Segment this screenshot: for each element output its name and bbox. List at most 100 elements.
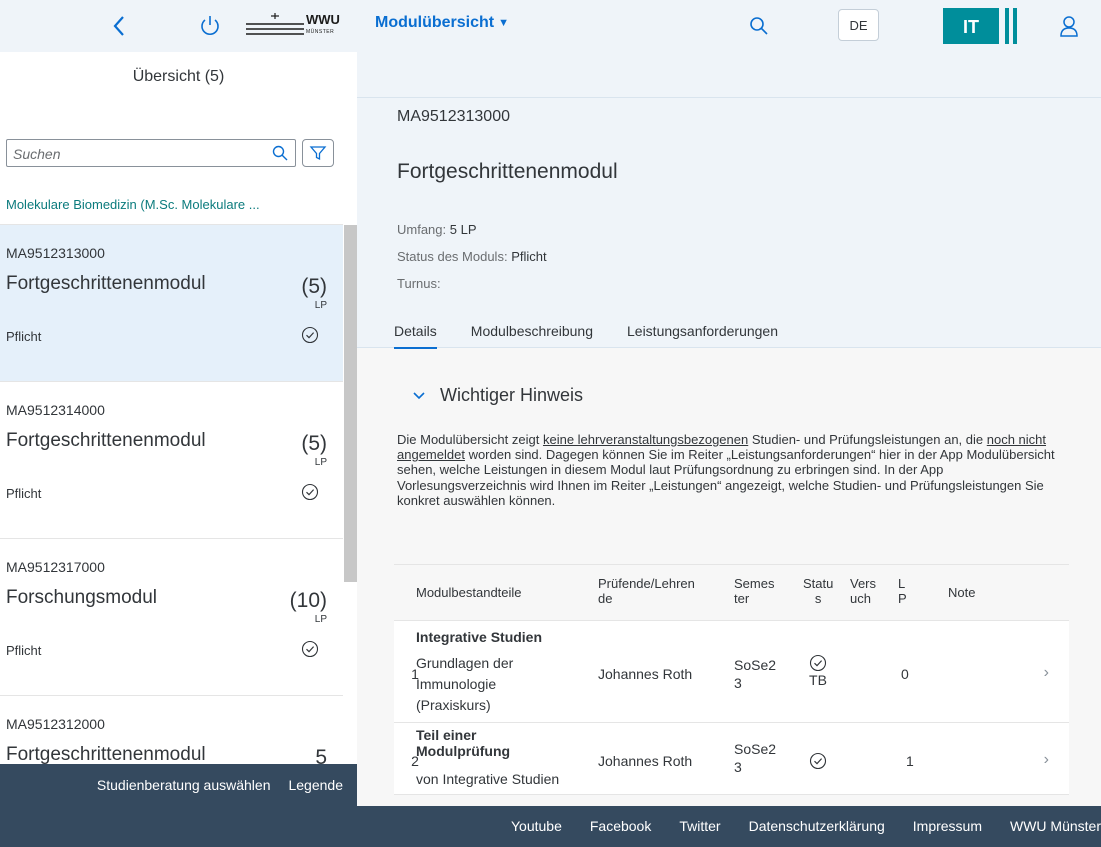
row-subtitle: von Integrative Studien: [416, 771, 560, 787]
search-placeholder: Suchen: [13, 146, 61, 162]
check-circle-icon: [301, 640, 319, 658]
module-code: MA9512313000: [6, 245, 105, 261]
module-code: MA9512317000: [6, 559, 105, 575]
row-semester: SoSe2 3: [734, 657, 777, 691]
footer-link-wwu[interactable]: WWU Münster: [1010, 818, 1101, 834]
col-header-versuch: Vers uch: [850, 576, 877, 606]
user-icon[interactable]: [1055, 12, 1083, 40]
col-header-status: Statu s: [803, 576, 834, 606]
object-header: MA9512313000 Fortgeschrittenenmodul Umfa…: [357, 98, 1101, 349]
group-header: Molekulare Biomedizin (M.Sc. Molekulare …: [0, 180, 343, 225]
app-title-menu[interactable]: Modulübersicht ▼: [375, 14, 509, 32]
tab-leistungsanforderungen[interactable]: Leistungsanforderungen: [627, 323, 778, 349]
footer-link-datenschutz[interactable]: Datenschutzerklärung: [749, 818, 885, 834]
attr-status: Status des Moduls: Pflicht: [397, 249, 547, 264]
back-icon[interactable]: [105, 12, 135, 40]
module-lp-label: LP: [314, 300, 327, 311]
attr-turnus: Turnus:: [397, 276, 441, 291]
module-lp-label: LP: [314, 614, 327, 625]
detail-toolbar: [357, 52, 1101, 98]
master-title: Übersicht (5): [0, 52, 357, 131]
caret-down-icon: ▼: [498, 17, 509, 29]
list-scrollbar[interactable]: [344, 225, 357, 582]
search-icon[interactable]: [745, 12, 773, 40]
tab-modulbeschreibung[interactable]: Modulbeschreibung: [471, 323, 593, 349]
module-status: Pflicht: [6, 329, 42, 344]
module-list: MA9512313000 Fortgeschrittenenmodul (5) …: [0, 225, 343, 764]
footer-link-youtube[interactable]: Youtube: [511, 818, 562, 834]
col-header-semester: Semes ter: [734, 576, 775, 606]
module-lp: (5): [301, 275, 327, 298]
footer-link-impressum[interactable]: Impressum: [913, 818, 982, 834]
footer-link-twitter[interactable]: Twitter: [679, 818, 720, 834]
module-status: Pflicht: [6, 486, 42, 501]
col-header-pruefende: Prüfende/Lehren de: [598, 576, 695, 606]
module-code: MA9512314000: [6, 402, 105, 418]
shell-bar: WWU MÜNSTER Modulübersicht ▼ DE IT: [0, 0, 1101, 52]
chevron-right-icon[interactable]: ›: [1044, 664, 1049, 682]
filter-button[interactable]: [302, 139, 334, 167]
advisor-button[interactable]: Studienberatung auswählen: [97, 777, 271, 793]
status-text: TB: [809, 672, 827, 688]
list-item[interactable]: MA9512317000 Forschungsmodul (10) LP Pfl…: [0, 539, 343, 696]
module-name: Fortgeschrittenenmodul: [6, 430, 206, 451]
detail-code: MA9512313000: [397, 108, 510, 125]
hint-panel-header[interactable]: Wichtiger Hinweis: [412, 385, 583, 406]
list-item[interactable]: MA9512313000 Fortgeschrittenenmodul (5) …: [0, 225, 343, 382]
list-item[interactable]: MA9512312000 Fortgeschrittenenmodul 5: [0, 696, 343, 764]
row-lp: 0: [901, 666, 909, 682]
module-lp: 5: [315, 746, 327, 764]
col-header-note: Note: [948, 585, 976, 600]
table-row[interactable]: 2 Teil einer Modulprüfung von Integrative…: [394, 723, 1069, 795]
legend-button[interactable]: Legende: [288, 777, 343, 793]
module-lp: (10): [289, 589, 327, 612]
module-lp: (5): [301, 432, 327, 455]
language-button[interactable]: DE: [838, 9, 879, 41]
search-input[interactable]: Suchen: [6, 139, 296, 167]
search-icon[interactable]: [271, 144, 289, 162]
wwu-logo[interactable]: WWU MÜNSTER: [244, 9, 340, 43]
table-header: Modulbestandteile Prüfende/Lehren de Seme…: [394, 565, 1069, 621]
master-footer: Studienberatung auswählen Legende: [0, 764, 357, 806]
row-status: [803, 752, 833, 773]
col-header-lp: LP: [898, 576, 907, 606]
footer-links: Youtube Facebook Twitter Datenschutzerkl…: [511, 818, 1101, 834]
hint-text: Die Modulübersicht zeigt keine lehrveran…: [397, 432, 1055, 508]
tab-bar: Details Modulbeschreibung Leistungsanfor…: [394, 323, 812, 349]
chevron-right-icon[interactable]: ›: [1044, 751, 1049, 769]
module-name: Forschungsmodul: [6, 587, 158, 608]
module-name: Fortgeschrittenenmodul: [6, 744, 206, 764]
module-status: Pflicht: [6, 643, 42, 658]
page-footer: Youtube Facebook Twitter Datenschutzerkl…: [0, 806, 1101, 847]
check-circle-icon: [809, 654, 827, 672]
row-pruefer: Johannes Roth: [598, 753, 693, 769]
check-circle-icon: [301, 326, 319, 344]
row-subtitle: Grundlagen der Immunologie (Praxiskurs): [416, 655, 514, 713]
list-item[interactable]: MA9512314000 Fortgeschrittenenmodul (5) …: [0, 382, 343, 539]
row-versuch: 1: [906, 753, 914, 769]
wwu-logo-lines-icon: [246, 13, 304, 35]
row-semester: SoSe2 3: [734, 741, 777, 775]
wwu-logo-text: WWU MÜNSTER: [306, 12, 340, 35]
module-code: MA9512312000: [6, 716, 105, 732]
row-title: Teil einer Modulprüfung: [416, 727, 511, 759]
col-header-bestandteile: Modulbestandteile: [416, 585, 522, 600]
detail-title: Fortgeschrittenenmodul: [397, 160, 618, 183]
tab-details[interactable]: Details: [394, 323, 437, 349]
row-title: Integrative Studien: [416, 629, 543, 645]
footer-link-facebook[interactable]: Facebook: [590, 818, 651, 834]
table-row[interactable]: 1 Integrative Studien Grundlagen der Immu…: [394, 621, 1069, 723]
row-pruefer: Johannes Roth: [598, 666, 693, 682]
attr-umfang: Umfang: 5 LP: [397, 222, 477, 237]
module-lp-label: LP: [314, 457, 327, 468]
app-title: Modulübersicht: [375, 14, 495, 31]
module-name: Fortgeschrittenenmodul: [6, 273, 206, 294]
it-logo-text: IT: [963, 17, 979, 37]
master-panel: Übersicht (5) Suchen Molekulare Biomediz…: [0, 52, 357, 764]
search-row: Suchen: [6, 139, 334, 167]
row-status: TB: [803, 654, 833, 691]
list-scroll-track: [344, 582, 357, 764]
chevron-down-icon[interactable]: [412, 391, 426, 401]
power-icon[interactable]: [196, 12, 224, 40]
detail-panel: MA9512313000 Fortgeschrittenenmodul Umfa…: [357, 52, 1101, 806]
